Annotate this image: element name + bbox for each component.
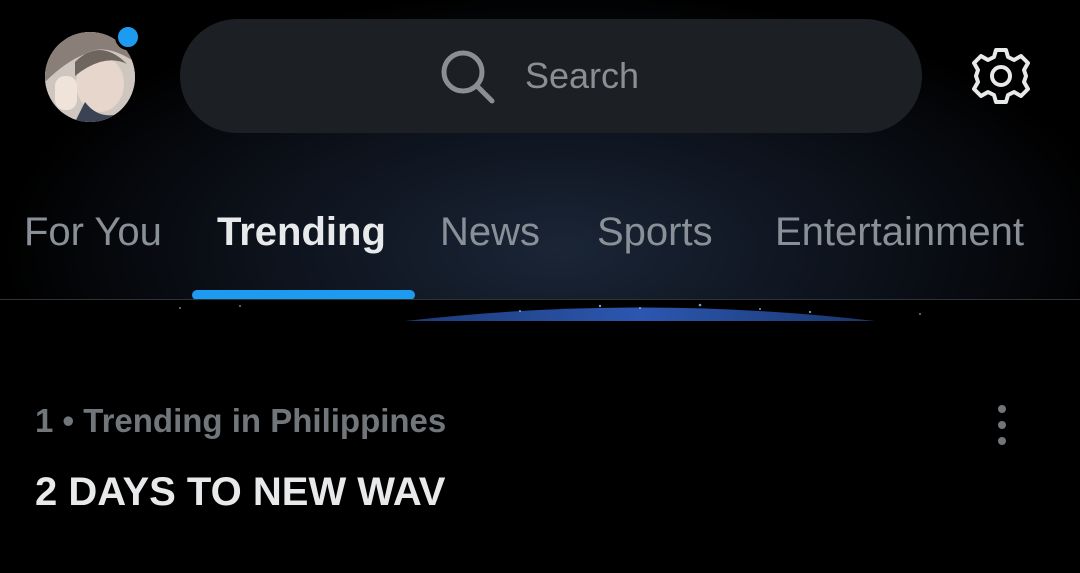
more-vertical-icon[interactable] [990, 402, 1014, 448]
search-bar[interactable] [180, 19, 922, 133]
notification-dot [115, 24, 141, 50]
tab-sports[interactable]: Sports [597, 210, 713, 255]
tab-trending[interactable]: Trending [217, 210, 386, 255]
search-icon [441, 50, 495, 104]
tab-for-you[interactable]: For You [24, 210, 162, 255]
gear-icon[interactable] [970, 45, 1032, 107]
explore-screen: For You Trending News Sports Entertainme… [0, 0, 1080, 573]
tab-entertainment[interactable]: Entertainment [775, 210, 1024, 255]
tab-bar: For You Trending News Sports Entertainme… [0, 200, 1080, 300]
trend-title: 2 DAYS TO NEW WAV [35, 470, 446, 514]
trend-item[interactable]: 1 • Trending in Philippines 2 DAYS TO NE… [0, 380, 1080, 540]
trend-context: 1 • Trending in Philippines [35, 402, 447, 439]
search-input[interactable] [525, 55, 665, 97]
tab-news[interactable]: News [440, 210, 540, 255]
earth-banner-strip [0, 300, 1080, 321]
